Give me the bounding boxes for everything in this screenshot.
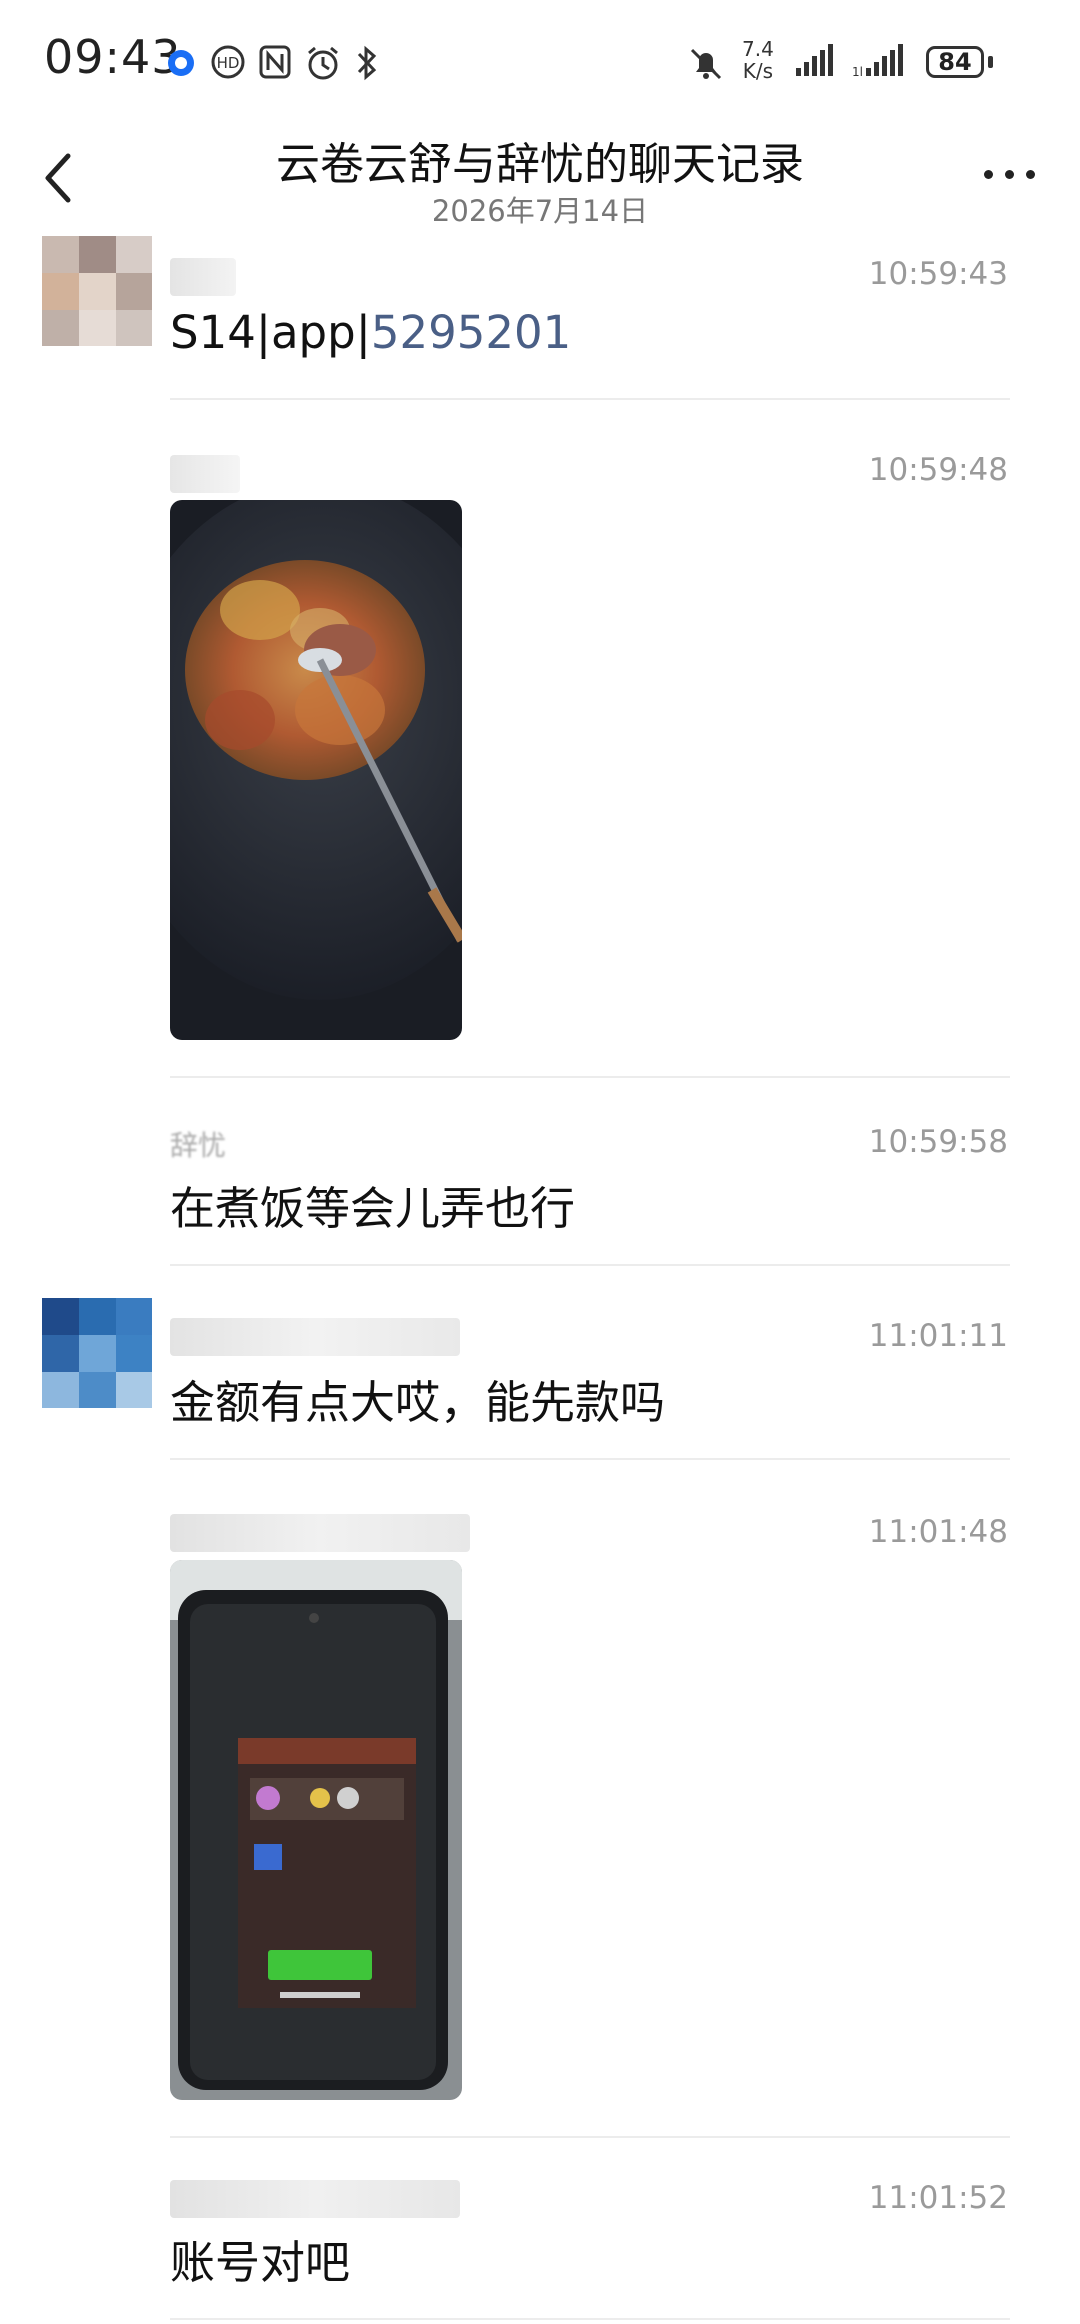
phone-screen-image	[170, 1560, 462, 2100]
nfc-icon	[259, 45, 291, 79]
divider	[170, 1076, 1010, 1078]
message-text: 账号对吧	[170, 2236, 351, 2289]
status-time: 09:43	[44, 30, 182, 84]
avatar[interactable]	[42, 236, 152, 346]
more-options-icon[interactable]	[980, 160, 1040, 190]
bluetooth-icon	[357, 45, 377, 81]
sender-name-blurred	[170, 1318, 460, 1356]
mute-bell-icon	[690, 48, 722, 80]
battery-tip	[988, 56, 993, 68]
signal-2-icon: 1l	[852, 44, 903, 79]
message-text: 金额有点大哎，能先款吗	[170, 1376, 666, 1429]
battery-indicator: 84	[926, 46, 984, 78]
sender-name-blurred	[170, 455, 240, 493]
svg-text:HD: HD	[217, 54, 240, 72]
page-title: 云卷云舒与辞忧的聊天记录	[276, 139, 804, 190]
svg-text:1l: 1l	[852, 65, 863, 79]
divider	[170, 1264, 1010, 1266]
message-timestamp: 10:59:58	[868, 1124, 1008, 1160]
message-timestamp: 11:01:52	[868, 2180, 1008, 2216]
message-timestamp: 11:01:11	[868, 1318, 1008, 1354]
message-timestamp: 10:59:43	[868, 256, 1008, 292]
wok-cooking-image	[170, 500, 462, 1040]
sender-name-blurred	[170, 1514, 470, 1552]
network-speed: 7.4 K/s	[742, 38, 774, 82]
divider	[170, 2318, 1010, 2320]
message-timestamp: 11:01:48	[868, 1514, 1008, 1550]
hd-call-icon: HD	[211, 45, 245, 79]
message-text-prefix: S14|app|	[170, 306, 371, 359]
sender-name-blurred	[170, 258, 236, 296]
divider	[170, 2136, 1010, 2138]
page-date: 2026年7月14日	[431, 194, 649, 228]
alarm-icon	[308, 46, 338, 80]
message-text: S14|app|5295201	[170, 306, 571, 359]
message-timestamp: 10:59:48	[868, 452, 1008, 488]
signal-icon	[796, 44, 833, 76]
divider	[170, 1458, 1010, 1460]
status-bar: 09:43 HD 7.4 K/s 1l 84	[0, 0, 1080, 120]
food-photo[interactable]	[170, 500, 462, 1040]
location-icon	[168, 50, 194, 76]
network-speed-value: 7.4	[742, 37, 774, 61]
sender-name: 辞忧	[170, 1129, 227, 1162]
divider	[170, 398, 1010, 400]
phone-number-link[interactable]: 5295201	[371, 306, 571, 359]
phone-screen-photo[interactable]	[170, 1560, 462, 2100]
network-speed-unit: K/s	[742, 59, 774, 83]
message-text: 在煮饭等会儿弄也行	[170, 1182, 576, 1235]
sender-name-blurred	[170, 2180, 460, 2218]
avatar[interactable]	[42, 1298, 152, 1408]
